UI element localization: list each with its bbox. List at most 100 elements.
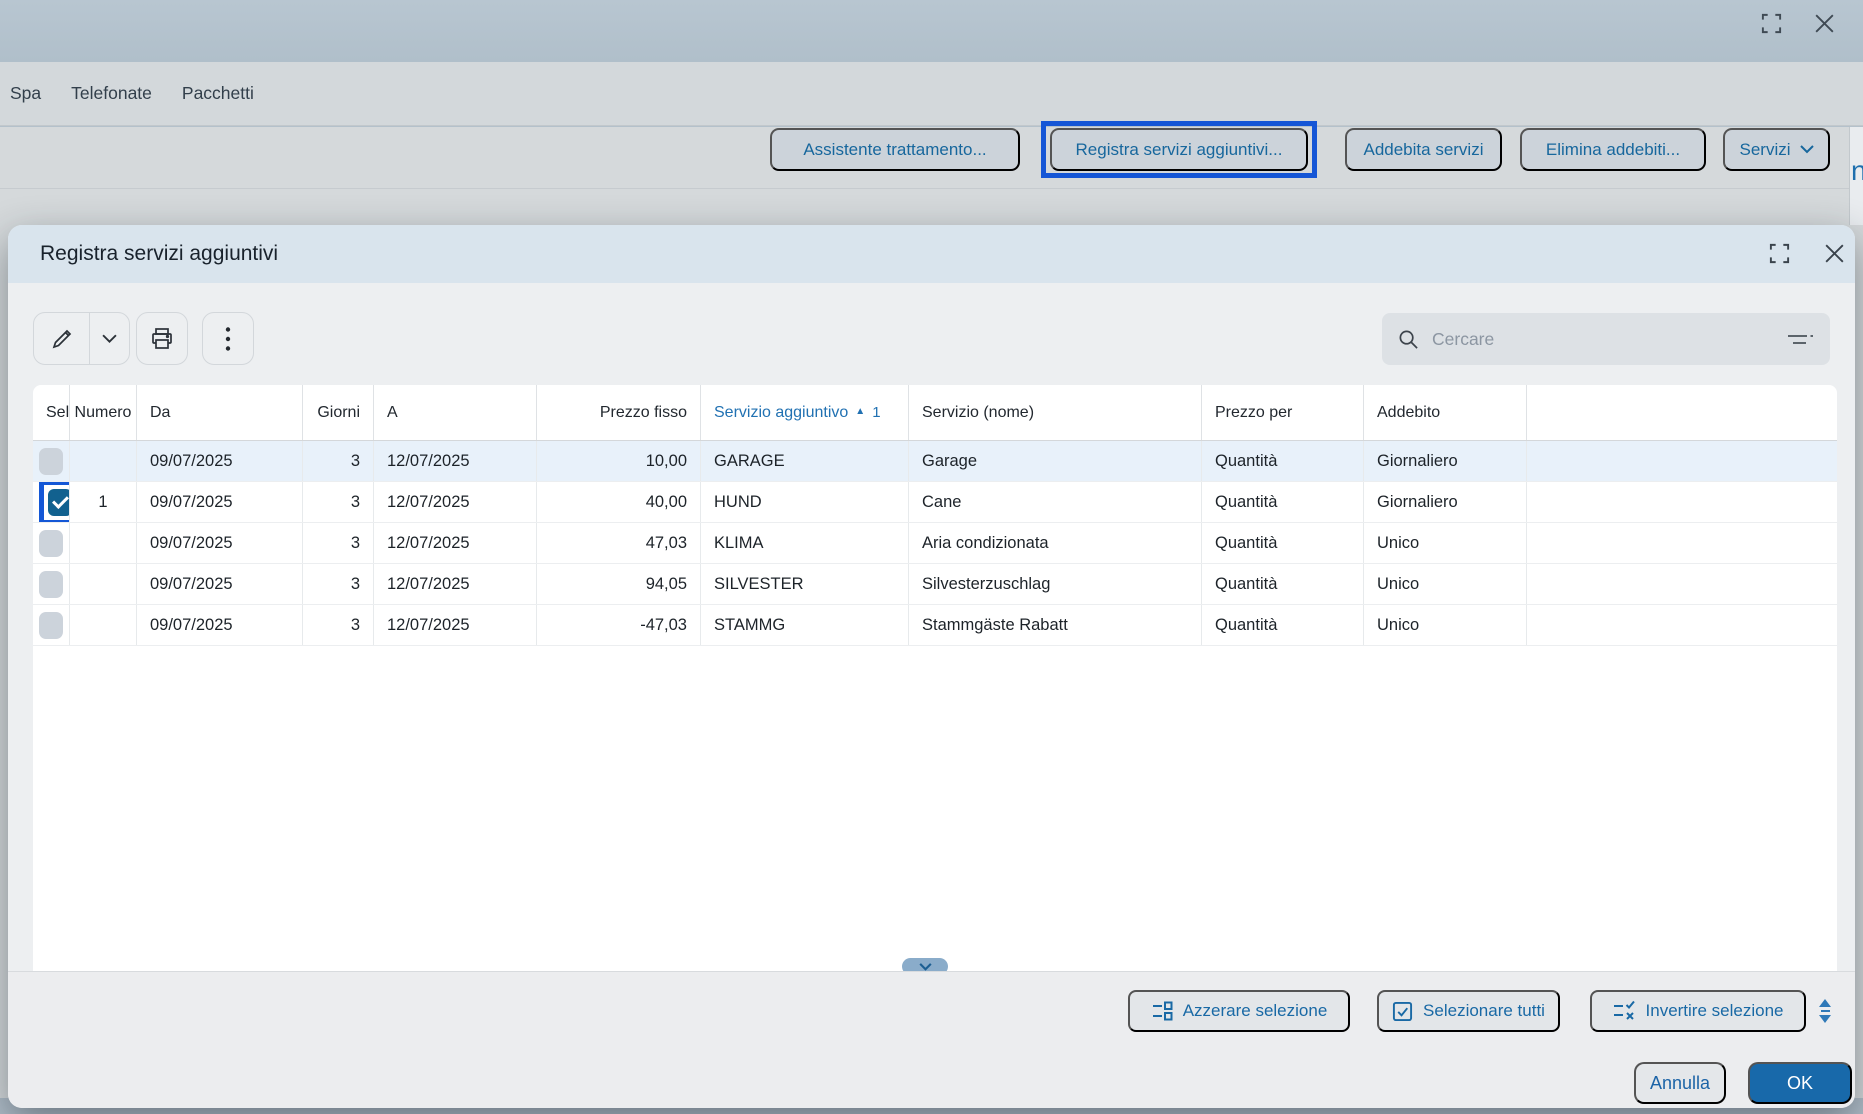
cell-servizio_nome: Stammgäste Rabatt	[909, 605, 1202, 645]
filter-icon[interactable]	[1787, 332, 1814, 347]
chevron-down-icon	[1799, 145, 1814, 154]
cell-prezzo_fisso: 10,00	[537, 441, 701, 481]
cell-a: 12/07/2025	[374, 441, 537, 481]
column-header-servizio_nome[interactable]: Servizio (nome)	[909, 385, 1202, 440]
edit-split-button	[33, 312, 130, 365]
cell-servizio_nome: Cane	[909, 482, 1202, 522]
column-header-servizio_aggiuntivo[interactable]: Servizio aggiuntivo ▲ 1	[701, 385, 909, 440]
spinner-down-icon[interactable]	[1819, 1015, 1831, 1023]
cell-da: 09/07/2025	[137, 441, 303, 481]
edit-button[interactable]	[34, 313, 91, 364]
cell-addebito: Unico	[1364, 564, 1527, 604]
cell-numero	[70, 605, 137, 645]
cell-servizio_aggiuntivo: STAMMG	[701, 605, 909, 645]
cell-prezzo_per: Quantità	[1202, 605, 1364, 645]
cell-sel	[33, 564, 70, 604]
cell-prezzo_fisso: 47,03	[537, 523, 701, 563]
cell-da: 09/07/2025	[137, 605, 303, 645]
cell-a: 12/07/2025	[374, 605, 537, 645]
more-options-button[interactable]	[202, 312, 254, 365]
column-header-giorni[interactable]: Giorni	[303, 385, 374, 440]
click-annotation-box	[39, 482, 69, 522]
row-checkbox[interactable]	[39, 529, 63, 557]
elimina-addebiti-button[interactable]: Elimina addebiti...	[1520, 128, 1706, 171]
cell-da: 09/07/2025	[137, 482, 303, 522]
invert-selection-label: Invertire selezione	[1645, 1001, 1784, 1020]
cell-numero	[70, 441, 137, 481]
window-close-icon[interactable]	[1812, 11, 1837, 36]
tab-telefonate[interactable]: Telefonate	[71, 83, 152, 104]
registra-servizi-dialog: Registra servizi aggiuntivi Cercare Sel …	[8, 225, 1855, 1108]
cell-giorni: 3	[303, 605, 374, 645]
cell-giorni: 3	[303, 564, 374, 604]
column-header-da[interactable]: Da	[137, 385, 303, 440]
cell-prezzo_fisso: 94,05	[537, 564, 701, 604]
ok-button[interactable]: OK	[1748, 1062, 1852, 1104]
cell-sel	[33, 441, 70, 481]
dialog-close-icon[interactable]	[1822, 241, 1847, 271]
row-checkbox[interactable]	[39, 447, 63, 475]
clear-selection-button[interactable]: Azzerare selezione	[1128, 990, 1350, 1032]
search-input[interactable]	[1432, 328, 1787, 350]
column-header-a[interactable]: A	[374, 385, 537, 440]
dialog-titlebar: Registra servizi aggiuntivi	[8, 225, 1855, 283]
dialog-fullscreen-icon[interactable]	[1768, 242, 1791, 270]
cell-da: 09/07/2025	[137, 564, 303, 604]
table-row[interactable]: 09/07/2025 3 12/07/2025 47,03 KLIMA Aria cond…	[33, 523, 1837, 564]
cell-numero: 1	[70, 482, 137, 522]
dialog-footer: Azzerare selezione Selezionare tutti Inv…	[8, 971, 1855, 1108]
content-divider	[0, 188, 1863, 189]
invert-selection-button[interactable]: Invertire selezione	[1590, 990, 1806, 1032]
select-all-button[interactable]: Selezionare tutti	[1377, 990, 1560, 1032]
table-row[interactable]: 09/07/2025 3 12/07/2025 10,00 GARAGE Garage Qu…	[33, 441, 1837, 482]
select-all-icon	[1392, 1001, 1413, 1022]
cell-numero	[70, 523, 137, 563]
column-header-sel[interactable]: Sel	[33, 385, 70, 440]
registra-servizi-aggiuntivi-button[interactable]: Registra servizi aggiuntivi...	[1050, 128, 1308, 171]
column-header-addebito[interactable]: Addebito	[1364, 385, 1527, 440]
cell-servizio_aggiuntivo: SILVESTER	[701, 564, 909, 604]
servizi-dropdown-button[interactable]: Servizi	[1723, 128, 1830, 171]
cell-spacer	[1527, 523, 1837, 563]
row-checkbox-checked[interactable]	[48, 488, 69, 516]
addebita-servizi-button[interactable]: Addebita servizi	[1345, 128, 1502, 171]
cell-prezzo_per: Quantità	[1202, 523, 1364, 563]
print-button[interactable]	[136, 312, 188, 365]
cell-spacer	[1527, 564, 1837, 604]
table-row[interactable]: 09/07/2025 3 12/07/2025 94,05 SILVESTER Silve…	[33, 564, 1837, 605]
clear-selection-icon	[1151, 1000, 1173, 1022]
table-row[interactable]: 1 09/07/2025 3 12/07/2025 40,00 HUND Cane Quant…	[33, 482, 1837, 523]
dialog-title: Registra servizi aggiuntivi	[40, 242, 279, 265]
tab-spa[interactable]: Spa	[10, 83, 41, 104]
edit-dropdown-arrow[interactable]	[90, 313, 129, 364]
cell-addebito: Giornaliero	[1364, 441, 1527, 481]
cell-servizio_nome: Aria condizionata	[909, 523, 1202, 563]
window-fullscreen-icon[interactable]	[1760, 12, 1783, 35]
servizi-label: Servizi	[1739, 139, 1791, 159]
cell-prezzo_per: Quantità	[1202, 482, 1364, 522]
cell-a: 12/07/2025	[374, 523, 537, 563]
tab-pacchetti[interactable]: Pacchetti	[182, 83, 254, 104]
column-header-numero[interactable]: Numero	[70, 385, 137, 440]
cell-prezzo_fisso: 40,00	[537, 482, 701, 522]
selection-spinner[interactable]	[1815, 990, 1835, 1032]
spinner-up-icon[interactable]	[1819, 999, 1831, 1007]
cell-giorni: 3	[303, 441, 374, 481]
cell-servizio_aggiuntivo: HUND	[701, 482, 909, 522]
select-all-label: Selezionare tutti	[1423, 1001, 1545, 1020]
cell-addebito: Unico	[1364, 523, 1527, 563]
cell-spacer	[1527, 482, 1837, 522]
cell-sel	[33, 605, 70, 645]
cancel-button[interactable]: Annulla	[1634, 1062, 1726, 1104]
row-checkbox[interactable]	[39, 570, 63, 598]
column-header-prezzo_fisso[interactable]: Prezzo fisso	[537, 385, 701, 440]
table-row[interactable]: 09/07/2025 3 12/07/2025 -47,03 STAMMG Stammgä…	[33, 605, 1837, 646]
window-titlebar	[0, 0, 1863, 62]
cell-a: 12/07/2025	[374, 482, 537, 522]
row-checkbox[interactable]	[39, 611, 63, 639]
table-header-row: Sel Numero Da Giorni A Prezzo fisso Servizio a…	[33, 385, 1837, 441]
cell-spacer	[1527, 441, 1837, 481]
assistente-trattamento-button[interactable]: Assistente trattamento...	[770, 128, 1020, 171]
cell-giorni: 3	[303, 482, 374, 522]
column-header-prezzo_per[interactable]: Prezzo per	[1202, 385, 1364, 440]
